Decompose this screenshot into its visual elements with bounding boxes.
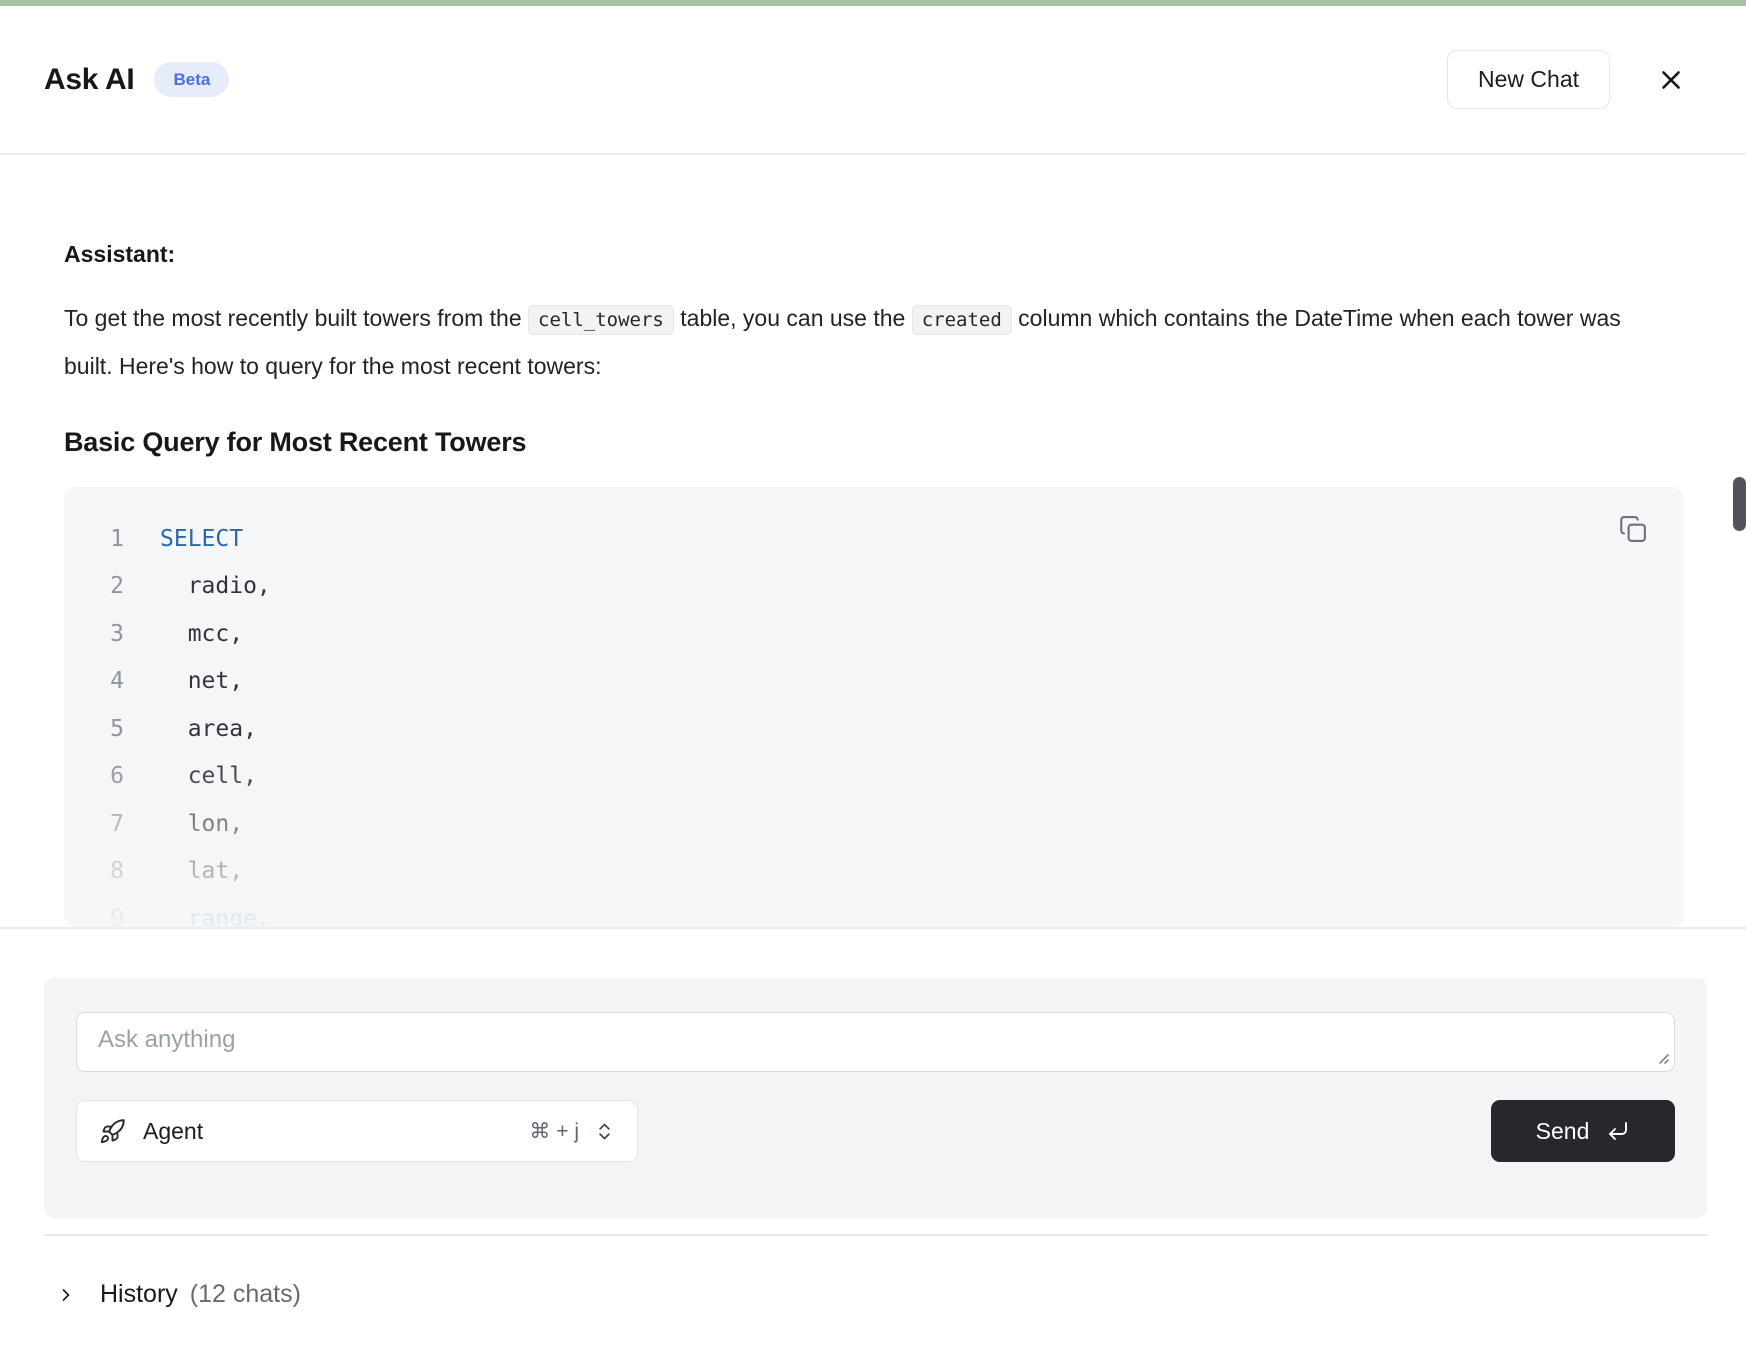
- history-label: History: [100, 1280, 178, 1309]
- chevron-right-icon: [56, 1285, 76, 1305]
- history-toggle[interactable]: History (12 chats): [56, 1280, 1746, 1309]
- agent-mode-label: Agent: [143, 1118, 203, 1145]
- composer-controls: Agent ⌘ + j Send: [76, 1100, 1675, 1162]
- agent-shortcut-group: ⌘ + j: [529, 1119, 615, 1144]
- code-text: cell,: [160, 763, 257, 789]
- line-number: 9: [64, 906, 124, 927]
- code-text: net,: [160, 668, 243, 694]
- inline-code-created: created: [912, 305, 1012, 335]
- code-text: lat,: [160, 858, 243, 884]
- copy-code-button[interactable]: [1618, 513, 1650, 545]
- line-number: 1: [64, 526, 124, 552]
- send-button-label: Send: [1536, 1118, 1590, 1145]
- header-title-group: Ask AI Beta: [44, 62, 229, 97]
- line-number: 8: [64, 858, 124, 884]
- sql-code-block: 1 SELECT 2 radio, 3 mcc, 4 net, 5 area, …: [64, 487, 1684, 927]
- content-divider: [0, 927, 1746, 929]
- code-line: 9 range,: [64, 895, 1684, 927]
- keyboard-shortcut: ⌘ + j: [529, 1119, 579, 1144]
- history-count: (12 chats): [190, 1280, 301, 1309]
- line-number: 2: [64, 573, 124, 599]
- code-text: range,: [160, 906, 271, 927]
- page-title: Ask AI: [44, 63, 134, 97]
- code-line: 2 radio,: [64, 563, 1684, 611]
- message-text-segment: To get the most recently built towers fr…: [64, 305, 528, 331]
- code-text: mcc,: [160, 621, 243, 647]
- line-number: 6: [64, 763, 124, 789]
- section-heading: Basic Query for Most Recent Towers: [64, 425, 1684, 459]
- composer-panel: Agent ⌘ + j Send: [44, 978, 1707, 1218]
- code-line: 3 mcc,: [64, 610, 1684, 658]
- assistant-message-text: To get the most recently built towers fr…: [64, 295, 1664, 389]
- code-line: 8 lat,: [64, 848, 1684, 896]
- header: Ask AI Beta New Chat: [0, 6, 1746, 155]
- ask-input[interactable]: [76, 1012, 1675, 1072]
- line-number: 4: [64, 668, 124, 694]
- header-actions: New Chat: [1447, 50, 1688, 109]
- chevrons-up-down-icon: [594, 1121, 615, 1142]
- copy-icon: [1618, 514, 1650, 544]
- new-chat-button[interactable]: New Chat: [1447, 50, 1610, 109]
- assistant-role-label: Assistant:: [64, 239, 1684, 269]
- line-number: 5: [64, 716, 124, 742]
- code-text: radio,: [160, 573, 271, 599]
- message-text-segment: table, you can use the: [674, 305, 912, 331]
- history-divider: [44, 1234, 1708, 1236]
- code-line: 7 lon,: [64, 800, 1684, 848]
- code-line: 1 SELECT: [64, 515, 1684, 563]
- code-line: 4 net,: [64, 658, 1684, 706]
- agent-mode-selector[interactable]: Agent ⌘ + j: [76, 1100, 638, 1162]
- code-line: 5 area,: [64, 705, 1684, 753]
- send-button[interactable]: Send: [1491, 1100, 1675, 1162]
- beta-badge: Beta: [154, 62, 229, 97]
- ask-input-wrap: [76, 1012, 1675, 1072]
- scrollbar-thumb[interactable]: [1733, 477, 1746, 531]
- code-line: 6 cell,: [64, 753, 1684, 801]
- inline-code-cell-towers: cell_towers: [528, 305, 674, 335]
- ask-ai-panel: Ask AI Beta New Chat Assistant: To get t…: [0, 0, 1746, 1362]
- code-text: SELECT: [160, 526, 243, 552]
- line-number: 7: [64, 811, 124, 837]
- code-text: lon,: [160, 811, 243, 837]
- rocket-icon: [99, 1118, 126, 1145]
- close-icon: [1656, 65, 1686, 95]
- close-button[interactable]: [1654, 63, 1688, 97]
- chat-message-area: Assistant: To get the most recently buil…: [0, 239, 1746, 927]
- code-text: area,: [160, 716, 257, 742]
- return-icon: [1606, 1119, 1630, 1143]
- line-number: 3: [64, 621, 124, 647]
